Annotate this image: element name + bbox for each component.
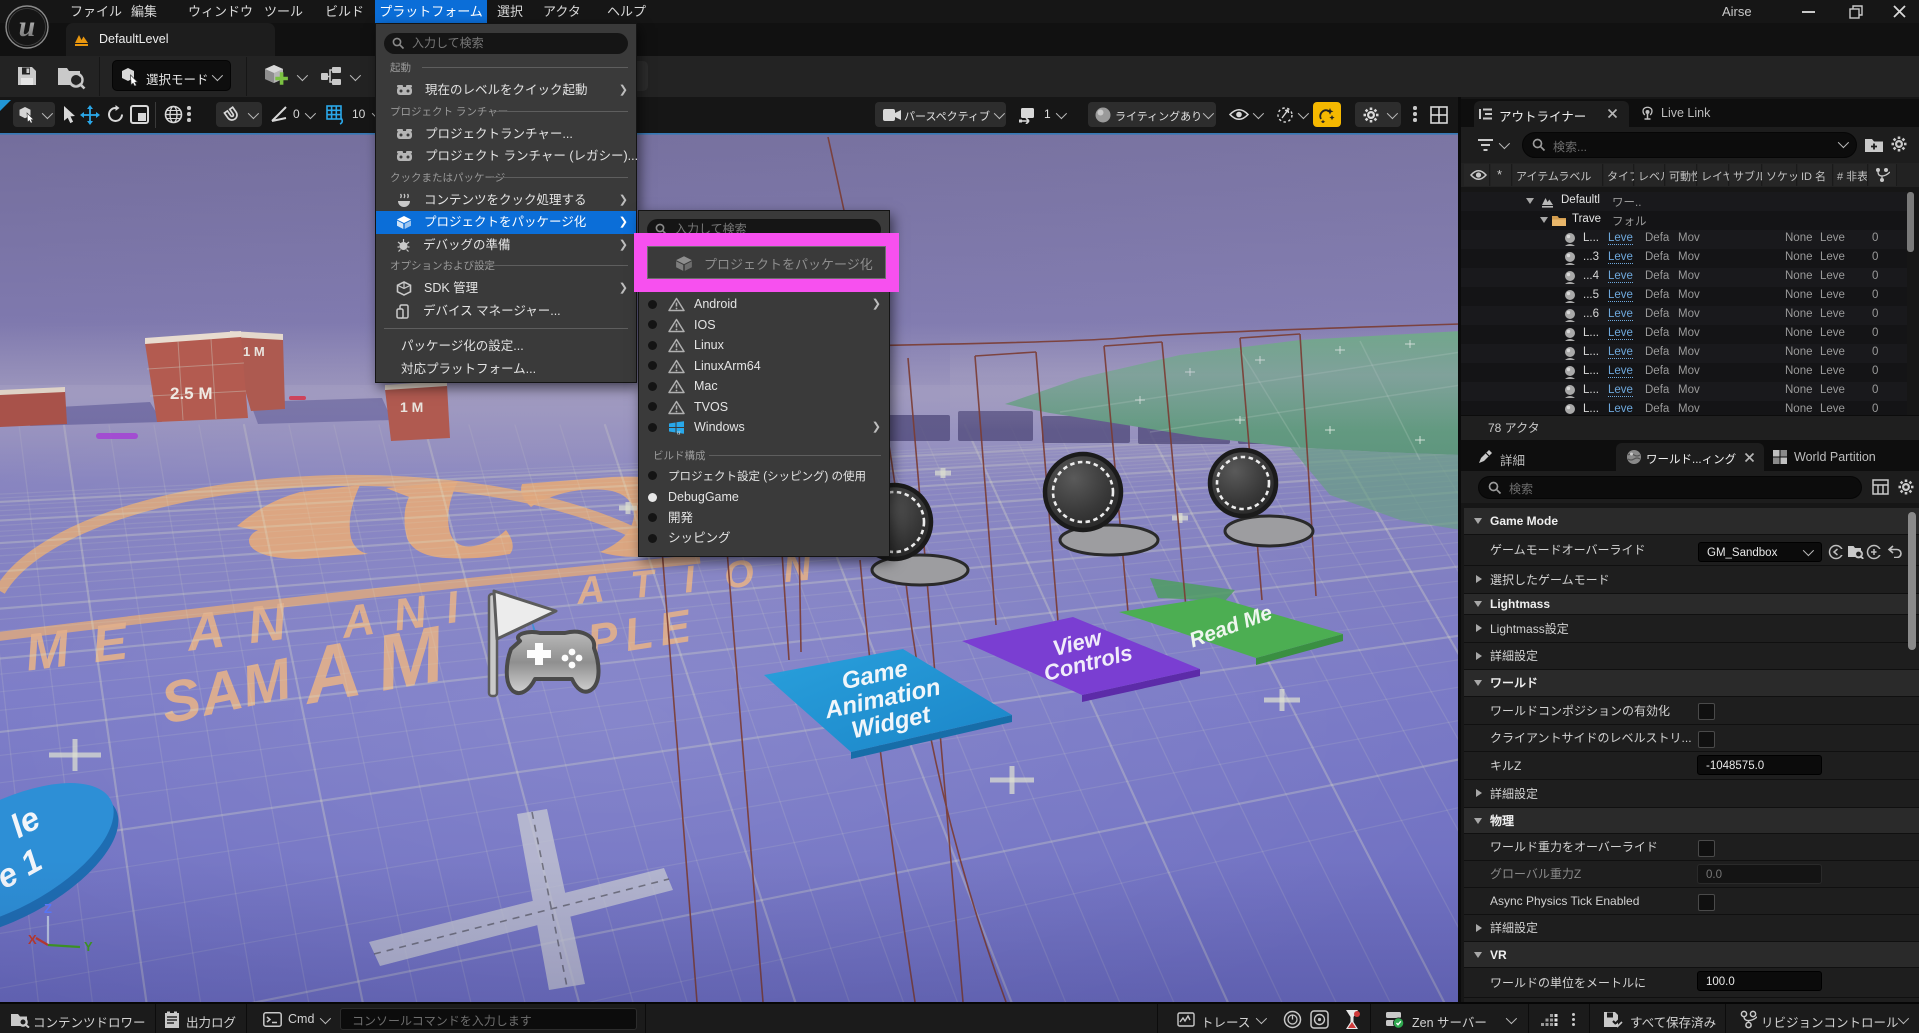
svg-text:u: u [677,429,681,436]
svg-text:2.5 M: 2.5 M [170,384,213,403]
svg-text:1 M: 1 M [243,344,265,359]
svg-text:u: u [19,10,36,43]
svg-text:1 M: 1 M [400,399,423,415]
